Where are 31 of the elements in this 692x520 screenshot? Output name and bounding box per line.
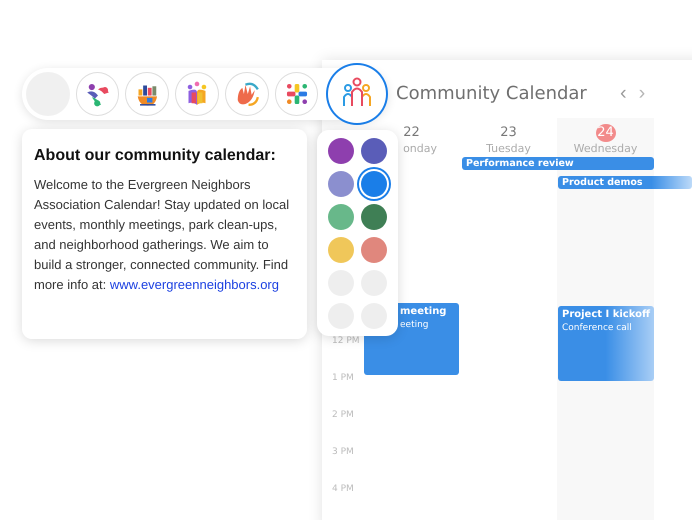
event-subtitle: Conference call <box>562 323 633 333</box>
time-label: 2 PM <box>332 410 355 422</box>
event-block[interactable]: Project I kickoff Conference call <box>558 306 654 381</box>
website-link[interactable]: www.evergreenneighbors.org <box>110 277 279 292</box>
time-label: 3 PM <box>332 447 355 459</box>
color-swatch[interactable] <box>328 204 354 230</box>
day-date: 23 <box>499 124 518 142</box>
all-day-event[interactable]: Product demos <box>558 176 692 189</box>
day-date: 22 <box>402 124 421 142</box>
all-day-event[interactable]: Performance review <box>462 157 654 170</box>
color-swatch[interactable] <box>361 204 387 230</box>
color-swatch[interactable] <box>328 138 354 164</box>
event-subtitle: eeting <box>400 320 430 330</box>
previous-button[interactable]: ‹ <box>618 82 629 104</box>
event-title: Project I kickoff <box>562 309 650 320</box>
day-weekday: onday <box>403 142 438 154</box>
time-label: 4 PM <box>332 484 355 496</box>
color-swatch[interactable] <box>361 236 387 262</box>
color-swatch[interactable] <box>328 236 354 262</box>
time-label: 12 PM <box>332 336 360 348</box>
event-title: meeting <box>400 306 448 317</box>
color-swatch[interactable] <box>328 170 354 196</box>
day-weekday: Wednesday <box>574 142 638 154</box>
color-swatch[interactable] <box>361 138 387 164</box>
card-title: About our community calendar: <box>34 147 277 165</box>
time-label: 1 PM <box>332 373 355 385</box>
calendar-title: Community Calendar <box>396 82 588 104</box>
day-date: 24 <box>596 124 616 142</box>
card-text: Welcome to the Evergreen Neighbors Association Calendar! Stay updated on local events, monthly meetings, park clean-ups, and neighborhood gatherings. We aim to build a stronger, connected community. Find more info at: www.evergreenneighbors.org <box>34 176 290 294</box>
day-weekday: Tuesday <box>486 142 531 154</box>
color-swatch[interactable] <box>361 170 387 196</box>
